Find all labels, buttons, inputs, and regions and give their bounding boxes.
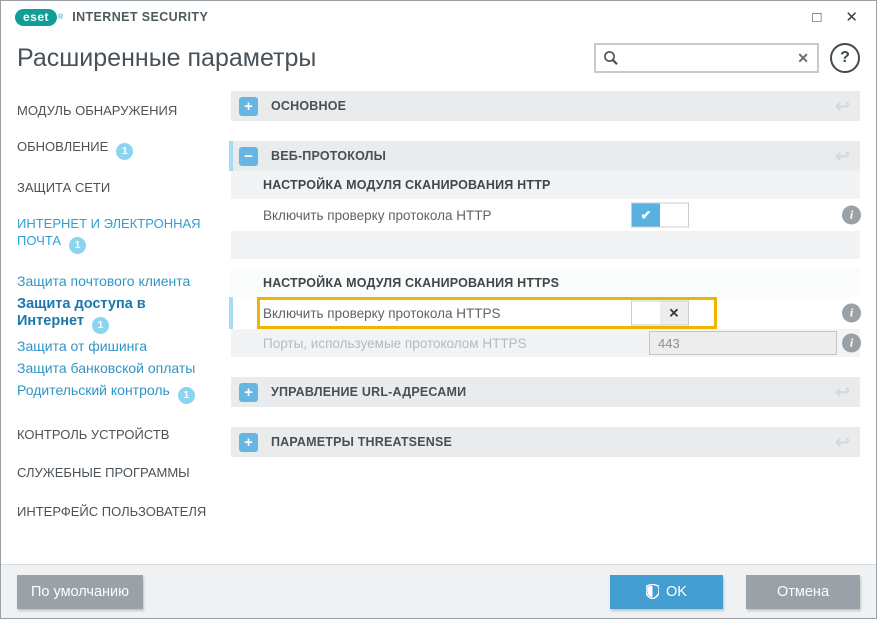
sidebar-item-parental-control[interactable]: Родительский контроль 1: [17, 382, 217, 404]
sidebar-item-email-client-protection[interactable]: Защита почтового клиента: [17, 273, 217, 290]
ok-button[interactable]: OK: [610, 575, 723, 609]
admin-shield-icon: [646, 584, 659, 599]
active-section-indicator: [229, 141, 233, 171]
sidebar-item-label: СЛУЖЕБНЫЕ ПРОГРАММЫ: [17, 465, 190, 480]
sidebar-item-label: Родительский контроль: [17, 382, 170, 398]
section-web-protocols[interactable]: − ВЕБ-ПРОТОКОЛЫ ↩: [231, 141, 860, 171]
section-label: УПРАВЛЕНИЕ URL-АДРЕСАМИ: [271, 385, 466, 399]
attention-badge: 1: [116, 143, 133, 160]
sidebar-item-label: Защита доступа в Интернет: [17, 296, 146, 329]
group-title: НАСТРОЙКА МОДУЛЯ СКАНИРОВАНИЯ HTTPS: [263, 276, 559, 290]
expand-icon[interactable]: +: [239, 433, 258, 452]
setting-label: Порты, используемые протоколом HTTPS: [263, 336, 527, 351]
spacer: [231, 259, 860, 269]
help-button[interactable]: ?: [830, 43, 860, 73]
info-icon[interactable]: i: [842, 304, 861, 323]
toggle-track: [660, 204, 688, 227]
info-icon[interactable]: i: [842, 334, 861, 353]
https-toggle-off[interactable]: ✕: [631, 301, 689, 326]
titlebar: eset ® INTERNET SECURITY □ ✕: [1, 1, 876, 33]
sidebar-item-label: Защита банковской оплаты: [17, 360, 195, 376]
https-ports-row: Порты, используемые протоколом HTTPS i: [231, 329, 860, 357]
http-enable-row: Включить проверку протокола HTTP ✔ i: [231, 199, 860, 231]
footer: По умолчанию OK Отмена: [1, 564, 876, 618]
changed-setting-indicator: [229, 297, 233, 329]
https-ports-input[interactable]: [649, 331, 837, 355]
sidebar-item-label: МОДУЛЬ ОБНАРУЖЕНИЯ: [17, 103, 177, 118]
search-icon: [603, 50, 619, 66]
window-controls: □ ✕: [812, 10, 862, 25]
section-label: ВЕБ-ПРОТОКОЛЫ: [271, 149, 386, 163]
page-header: Расширенные параметры ✕ ?: [1, 33, 876, 91]
http-group-header: НАСТРОЙКА МОДУЛЯ СКАНИРОВАНИЯ HTTP: [231, 171, 860, 199]
expand-icon[interactable]: +: [239, 97, 258, 116]
section-url-management[interactable]: + УПРАВЛЕНИЕ URL-АДРЕСАМИ ↩: [231, 377, 860, 407]
group-title: НАСТРОЙКА МОДУЛЯ СКАНИРОВАНИЯ HTTP: [263, 178, 551, 192]
expand-icon[interactable]: +: [239, 383, 258, 402]
sidebar-item-detection-engine[interactable]: МОДУЛЬ ОБНАРУЖЕНИЯ: [17, 102, 217, 119]
https-enable-row: Включить проверку протокола HTTPS ✕ i: [231, 297, 860, 329]
check-icon: ✔: [632, 204, 660, 227]
page-title: Расширенные параметры: [17, 44, 316, 73]
attention-badge: 1: [92, 317, 109, 334]
eset-logo: eset: [15, 9, 57, 26]
body: МОДУЛЬ ОБНАРУЖЕНИЯ ОБНОВЛЕНИЕ 1 ЗАЩИТА СЕ…: [1, 91, 876, 566]
maximize-button[interactable]: □: [812, 10, 821, 25]
http-toggle-on[interactable]: ✔: [631, 203, 689, 228]
toggle-track: [632, 302, 660, 325]
sidebar-item-web-and-email[interactable]: ИНТЕРНЕТ И ЭЛЕКТРОННАЯ ПОЧТА1: [17, 215, 212, 254]
search-clear-icon[interactable]: ✕: [797, 50, 809, 67]
button-label: По умолчанию: [31, 584, 129, 600]
spacer-row: [231, 231, 860, 259]
sidebar-item-antiphishing[interactable]: Защита от фишинга: [17, 338, 217, 355]
revert-icon[interactable]: ↩: [835, 433, 850, 451]
eset-logo-text: eset: [23, 10, 49, 24]
https-group-header: НАСТРОЙКА МОДУЛЯ СКАНИРОВАНИЯ HTTPS: [231, 269, 860, 297]
attention-badge: 1: [69, 237, 86, 254]
section-label: ПАРАМЕТРЫ THREATSENSE: [271, 435, 452, 449]
spacer: [231, 357, 860, 377]
sidebar-item-web-access-protection[interactable]: Защита доступа в Интернет1: [17, 296, 212, 334]
section-label: ОСНОВНОЕ: [271, 99, 346, 113]
sidebar-item-banking-payment-protection[interactable]: Защита банковской оплаты: [17, 360, 217, 377]
sidebar-item-label: Защита от фишинга: [17, 338, 147, 354]
sidebar-item-label: ОБНОВЛЕНИЕ: [17, 139, 108, 154]
spacer: [231, 121, 860, 141]
setting-label: Включить проверку протокола HTTP: [263, 208, 491, 223]
search-box[interactable]: ✕: [594, 43, 819, 73]
sidebar-item-device-control[interactable]: КОНТРОЛЬ УСТРОЙСТВ: [17, 426, 217, 443]
close-button[interactable]: ✕: [845, 10, 858, 25]
sidebar-item-label: ИНТЕРФЕЙС ПОЛЬЗОВАТЕЛЯ: [17, 504, 206, 519]
cancel-button[interactable]: Отмена: [746, 575, 860, 609]
sidebar: МОДУЛЬ ОБНАРУЖЕНИЯ ОБНОВЛЕНИЕ 1 ЗАЩИТА СЕ…: [1, 91, 231, 566]
collapse-icon[interactable]: −: [239, 147, 258, 166]
revert-icon[interactable]: ↩: [835, 147, 850, 165]
sidebar-item-network-protection[interactable]: ЗАЩИТА СЕТИ: [17, 179, 217, 196]
cross-icon: ✕: [660, 302, 688, 325]
button-label: Отмена: [777, 584, 829, 600]
search-input[interactable]: [624, 51, 797, 66]
sidebar-item-update[interactable]: ОБНОВЛЕНИЕ 1: [17, 138, 217, 160]
spacer: [231, 407, 860, 427]
sidebar-item-label: Защита почтового клиента: [17, 273, 190, 289]
section-basic[interactable]: + ОСНОВНОЕ ↩: [231, 91, 860, 121]
info-icon[interactable]: i: [842, 206, 861, 225]
sidebar-item-label: КОНТРОЛЬ УСТРОЙСТВ: [17, 427, 169, 442]
revert-icon[interactable]: ↩: [835, 383, 850, 401]
revert-icon[interactable]: ↩: [835, 97, 850, 115]
registered-mark: ®: [58, 14, 63, 21]
sidebar-item-user-interface[interactable]: ИНТЕРФЕЙС ПОЛЬЗОВАТЕЛЯ: [17, 503, 217, 520]
attention-badge: 1: [178, 387, 195, 404]
section-threatsense[interactable]: + ПАРАМЕТРЫ THREATSENSE ↩: [231, 427, 860, 457]
setting-label: Включить проверку протокола HTTPS: [263, 306, 500, 321]
sidebar-item-label: ИНТЕРНЕТ И ЭЛЕКТРОННАЯ ПОЧТА: [17, 216, 201, 248]
button-label: OK: [666, 584, 687, 600]
default-button[interactable]: По умолчанию: [17, 575, 143, 609]
sidebar-item-label: ЗАЩИТА СЕТИ: [17, 180, 110, 195]
eset-advanced-setup-window: eset ® INTERNET SECURITY □ ✕ Расширенные …: [0, 0, 877, 619]
sidebar-item-tools[interactable]: СЛУЖЕБНЫЕ ПРОГРАММЫ: [17, 464, 217, 481]
settings-panel: + ОСНОВНОЕ ↩ − ВЕБ-ПРОТОКОЛЫ ↩ НАСТРОЙКА…: [231, 91, 860, 566]
product-name: INTERNET SECURITY: [72, 10, 208, 24]
